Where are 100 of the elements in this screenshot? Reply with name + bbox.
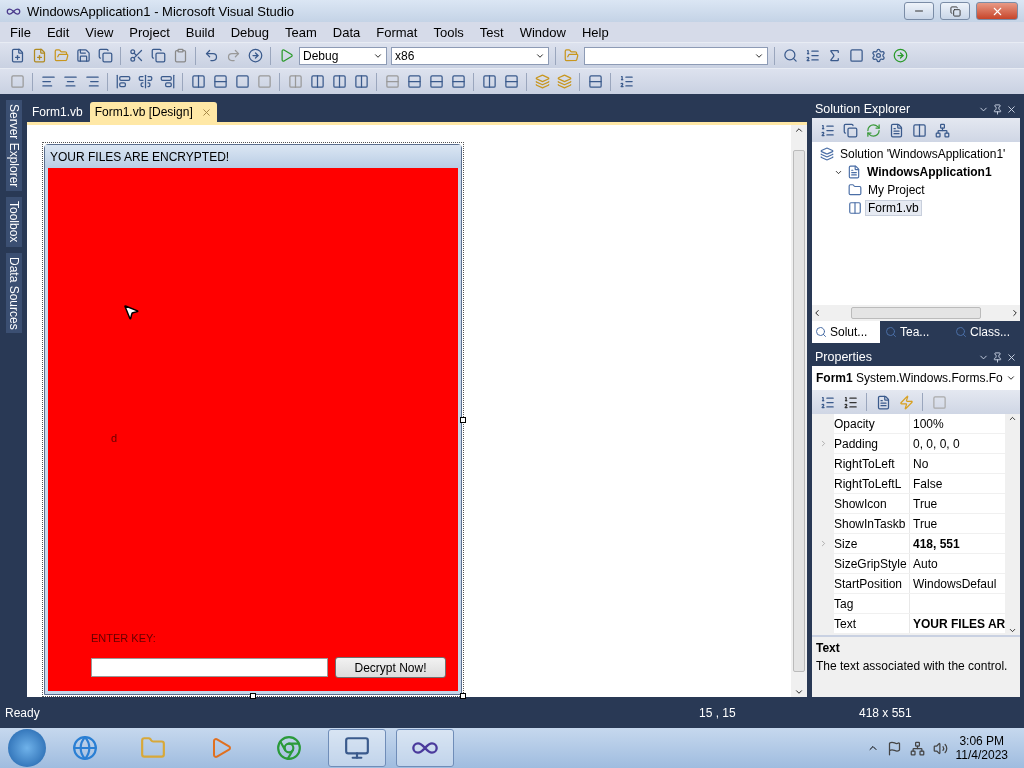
resize-handle[interactable] xyxy=(460,693,466,699)
property-value[interactable]: 0, 0, 0, 0 xyxy=(910,434,1006,453)
close-icon[interactable] xyxy=(1006,351,1017,363)
align-bottom-icon[interactable] xyxy=(158,72,176,91)
menu-item[interactable]: Project xyxy=(121,24,178,40)
side-tab[interactable]: Toolbox xyxy=(5,197,22,247)
resize-handle[interactable] xyxy=(460,416,466,423)
cut-icon[interactable] xyxy=(127,46,145,65)
menu-item[interactable]: Data xyxy=(324,24,369,40)
close-button[interactable] xyxy=(976,2,1018,20)
property-name[interactable]: ShowIcon xyxy=(834,494,910,513)
property-name[interactable]: RightToLeft xyxy=(834,454,910,473)
menu-item[interactable]: Team xyxy=(277,24,325,40)
tree-item[interactable]: Solution 'WindowsApplication1' xyxy=(837,146,1009,162)
platform-dropdown[interactable]: x86 xyxy=(391,46,549,65)
property-name[interactable]: RightToLeftL xyxy=(834,474,910,493)
menu-item[interactable]: Format xyxy=(368,24,426,40)
property-row[interactable]: Size 418, 551 xyxy=(812,534,1006,554)
property-name[interactable]: Text xyxy=(834,614,910,633)
property-row[interactable]: Text YOUR FILES AR xyxy=(812,614,1006,634)
monitor-taskbar-icon[interactable] xyxy=(328,729,386,767)
minimize-button[interactable] xyxy=(904,2,934,20)
vertical-scrollbar[interactable] xyxy=(791,125,807,697)
property-name[interactable]: Padding xyxy=(834,434,910,453)
property-row[interactable]: ShowIcon True xyxy=(812,494,1006,514)
resize-handle[interactable] xyxy=(250,693,256,699)
close-icon[interactable] xyxy=(1006,103,1017,115)
pin-icon[interactable] xyxy=(992,351,1003,363)
flag-icon[interactable] xyxy=(886,740,902,756)
property-value[interactable]: Auto xyxy=(910,554,1006,573)
property-row[interactable]: ShowInTaskb True xyxy=(812,514,1006,534)
document-tab[interactable]: Form1.vb [Design] xyxy=(89,102,217,122)
key-input-field[interactable] xyxy=(91,658,328,677)
property-name[interactable]: ShowInTaskb xyxy=(834,514,910,533)
project-icon xyxy=(847,165,861,179)
clock-date[interactable]: 11/4/2023 xyxy=(955,748,1008,762)
find-dropdown[interactable] xyxy=(584,46,768,65)
property-value[interactable]: No xyxy=(910,454,1006,473)
property-row[interactable]: Tag xyxy=(812,594,1006,614)
property-value[interactable]: 418, 551 xyxy=(910,534,1006,553)
selection-size: 418 x 551 xyxy=(859,705,913,720)
configuration-dropdown[interactable]: Debug xyxy=(299,46,387,65)
refresh-icon[interactable] xyxy=(864,121,882,139)
property-value[interactable]: YOUR FILES AR xyxy=(910,614,1006,633)
panel-tab[interactable]: Tea... xyxy=(882,321,950,343)
start-page-icon[interactable] xyxy=(891,46,909,65)
panel-tab[interactable]: Solut... xyxy=(812,321,880,343)
align-top-icon[interactable] xyxy=(114,72,132,91)
property-row[interactable]: SizeGripStyle Auto xyxy=(812,554,1006,574)
tree-item[interactable]: Form1.vb xyxy=(865,200,922,216)
pin-icon[interactable] xyxy=(992,103,1003,115)
clock-time[interactable]: 3:06 PM xyxy=(959,734,1005,748)
property-name[interactable]: StartPosition xyxy=(834,574,910,593)
network-icon[interactable] xyxy=(909,740,925,756)
side-tab[interactable]: Data Sources xyxy=(5,252,22,334)
property-row[interactable]: Opacity 100% xyxy=(812,414,1006,434)
property-name[interactable]: Opacity xyxy=(834,414,910,433)
infinity-taskbar-icon[interactable] xyxy=(396,729,454,767)
class-diagram-icon[interactable] xyxy=(933,121,951,139)
property-row[interactable]: StartPosition WindowsDefaul xyxy=(812,574,1006,594)
menu-item[interactable]: View xyxy=(77,24,122,40)
save-all-icon[interactable] xyxy=(96,46,114,65)
menu-item[interactable]: Window xyxy=(511,24,574,40)
document-tab[interactable]: Form1.vb xyxy=(27,102,88,122)
align-middle-icon[interactable] xyxy=(136,72,154,91)
menu-item[interactable]: File xyxy=(2,24,39,40)
show-all-files-icon[interactable] xyxy=(841,121,859,139)
speaker-icon[interactable] xyxy=(932,740,948,756)
panel-tab[interactable]: Class... xyxy=(952,321,1020,343)
property-value[interactable]: True xyxy=(910,514,1006,533)
property-value[interactable]: 100% xyxy=(910,414,1006,433)
panel-title: Properties xyxy=(815,350,872,364)
restore-button[interactable] xyxy=(940,2,970,20)
save-icon[interactable] xyxy=(74,46,92,65)
menu-item[interactable]: Test xyxy=(471,24,512,40)
copy-icon[interactable] xyxy=(149,46,167,65)
navigate-icon[interactable] xyxy=(246,46,264,65)
horizontal-scrollbar[interactable] xyxy=(812,305,1020,321)
menu-item[interactable]: Tools xyxy=(425,24,472,40)
decrypt-button[interactable]: Decrypt Now! xyxy=(335,657,446,678)
start-button[interactable] xyxy=(8,729,46,767)
menu-item[interactable]: Help xyxy=(573,24,617,40)
property-row[interactable]: RightToLeft No xyxy=(812,454,1006,474)
property-value[interactable]: WindowsDefaul xyxy=(910,574,1006,593)
menu-item[interactable]: Build xyxy=(177,24,223,40)
property-value[interactable]: True xyxy=(910,494,1006,513)
side-tab[interactable]: Server Explorer xyxy=(5,100,22,192)
tree-item[interactable]: My Project xyxy=(865,182,928,198)
search-icon[interactable] xyxy=(781,46,799,65)
tree-item[interactable]: WindowsApplication1 xyxy=(864,164,995,180)
menu-item[interactable]: Debug xyxy=(222,24,277,40)
property-row[interactable]: RightToLeftL False xyxy=(812,474,1006,494)
object-dropdown[interactable]: Form1 System.Windows.Forms.Fo xyxy=(812,366,1020,390)
property-row[interactable]: Padding 0, 0, 0, 0 xyxy=(812,434,1006,454)
menu-item[interactable]: Edit xyxy=(38,24,78,40)
property-value[interactable]: False xyxy=(910,474,1006,493)
property-name[interactable]: SizeGripStyle xyxy=(834,554,910,573)
tools-icon[interactable] xyxy=(869,46,887,65)
property-name[interactable]: Size xyxy=(834,534,910,553)
property-name[interactable]: Tag xyxy=(834,594,910,613)
